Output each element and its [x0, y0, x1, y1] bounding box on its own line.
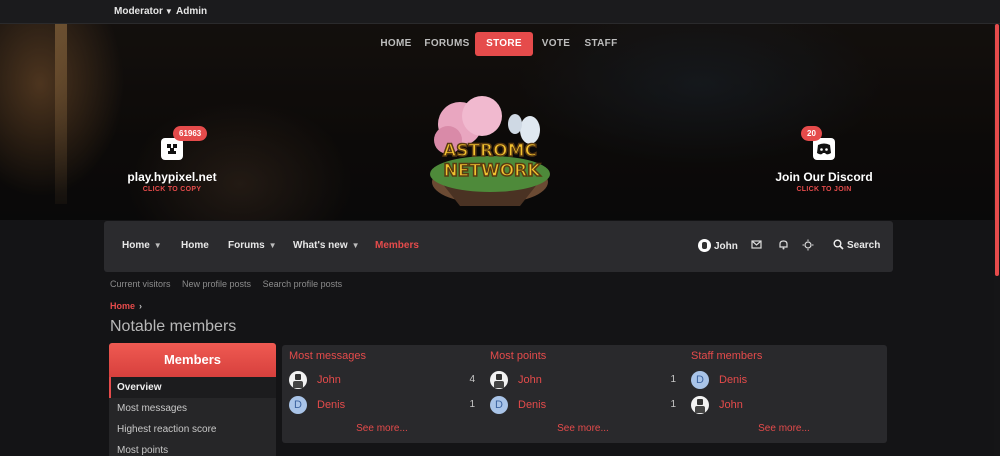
avatar[interactable]: D	[289, 396, 307, 414]
avatar[interactable]	[691, 396, 709, 414]
member-count: 1	[670, 399, 676, 410]
notable-members-panel: Most messages John 4 D Denis 1 See more.…	[282, 345, 887, 443]
nav-home[interactable]: Home	[181, 240, 209, 251]
click-to-copy: CLICK TO COPY	[142, 186, 202, 193]
breadcrumb-home[interactable]: Home	[110, 301, 135, 311]
sidebar-title: Members	[109, 343, 276, 377]
discord-block[interactable]: 20 Join Our Discord CLICK TO JOIN	[764, 126, 884, 193]
subnav-current-visitors[interactable]: Current visitors	[110, 279, 171, 289]
member-row: D Denis 1	[289, 396, 475, 416]
moderator-label: Moderator	[114, 6, 163, 17]
lightbulb-icon[interactable]	[802, 239, 814, 254]
scrollbar-thumb[interactable]	[995, 24, 999, 276]
user-name: John	[714, 241, 738, 252]
member-row: John 4	[289, 371, 475, 391]
nav-forums-label: Forums	[228, 240, 265, 251]
column-most-points: Most points John 1 D Denis 1 See more...	[483, 345, 683, 443]
topnav-store[interactable]: STORE	[475, 32, 533, 56]
member-row: John	[691, 396, 877, 416]
member-name[interactable]: Denis	[317, 399, 345, 411]
server-ip-block[interactable]: 61963 play.hypixel.net CLICK TO COPY	[112, 126, 232, 193]
bell-icon[interactable]	[778, 239, 789, 253]
column-most-messages: Most messages John 4 D Denis 1 See more.…	[282, 345, 482, 443]
member-name[interactable]: John	[518, 374, 542, 386]
sidebar-list: Overview Most messages Highest reaction …	[109, 377, 276, 456]
moderator-menu[interactable]: Moderator ▼	[114, 6, 173, 17]
top-navigation: HOME FORUMS STORE VOTE STAFF	[0, 32, 1000, 56]
main-navigation: Home ▼ Home Forums ▼ What's new ▼ Members J…	[104, 221, 893, 272]
sidebar-item-overview[interactable]: Overview	[109, 377, 276, 398]
nav-whats-new-label: What's new	[293, 240, 348, 251]
avatar[interactable]: D	[490, 396, 508, 414]
search-icon	[833, 239, 844, 250]
topnav-home[interactable]: HOME	[374, 32, 418, 56]
topnav-staff[interactable]: STAFF	[580, 32, 622, 56]
member-row: John 1	[490, 371, 676, 391]
online-count-badge: 61963	[173, 126, 208, 141]
user-avatar	[698, 239, 711, 252]
member-name[interactable]: John	[719, 399, 743, 411]
chevron-down-icon: ▼	[351, 241, 360, 250]
site-logo[interactable]: ASTROMC NETWORK	[420, 94, 560, 212]
topnav-vote[interactable]: VOTE	[536, 32, 576, 56]
member-count: 1	[469, 399, 475, 410]
column-title[interactable]: Most points	[490, 350, 546, 362]
see-more-link[interactable]: See more...	[684, 423, 884, 434]
topnav-forums[interactable]: FORUMS	[422, 32, 472, 56]
avatar[interactable]	[289, 371, 307, 389]
sidebar-item-highest-reaction-score[interactable]: Highest reaction score	[109, 419, 276, 440]
sub-navigation: Current visitors New profile posts Searc…	[110, 279, 351, 289]
server-ip: play.hypixel.net	[127, 170, 217, 184]
member-name[interactable]: Denis	[518, 399, 546, 411]
admin-link[interactable]: Admin	[176, 6, 207, 17]
see-more-link[interactable]: See more...	[282, 423, 482, 434]
admin-bar: Moderator ▼ Admin	[0, 0, 1000, 24]
subnav-new-profile-posts[interactable]: New profile posts	[182, 279, 251, 289]
search-label: Search	[847, 240, 881, 251]
nav-home-label: Home	[122, 240, 150, 251]
nav-forums[interactable]: Forums ▼	[228, 240, 277, 251]
hero-banner: HOME FORUMS STORE VOTE STAFF 61963 play.…	[0, 24, 1000, 220]
member-row: D Denis	[691, 371, 877, 391]
nav-home-dropdown[interactable]: Home ▼	[122, 240, 162, 251]
avatar[interactable]: D	[691, 371, 709, 389]
page-title: Notable members	[110, 318, 237, 335]
column-title[interactable]: Staff members	[691, 350, 762, 362]
minecraft-icon: 61963	[161, 126, 208, 160]
see-more-link[interactable]: See more...	[483, 423, 683, 434]
chevron-down-icon: ▼	[268, 241, 277, 250]
user-menu[interactable]: John	[698, 239, 738, 252]
nav-members[interactable]: Members	[375, 240, 419, 251]
envelope-icon[interactable]	[751, 239, 762, 253]
member-name[interactable]: John	[317, 374, 341, 386]
column-title[interactable]: Most messages	[289, 350, 366, 362]
member-count: 4	[469, 374, 475, 385]
logo-text-bottom: NETWORK	[444, 161, 542, 181]
breadcrumb: Home ›	[110, 301, 142, 311]
sidebar-item-most-messages[interactable]: Most messages	[109, 398, 276, 419]
discord-title: Join Our Discord	[775, 170, 873, 184]
member-name[interactable]: Denis	[719, 374, 747, 386]
chevron-down-icon: ▼	[164, 7, 173, 16]
page-scrollbar[interactable]	[994, 24, 1000, 456]
avatar[interactable]	[490, 371, 508, 389]
discord-icon: 20	[801, 126, 835, 160]
click-to-join: CLICK TO JOIN	[796, 186, 852, 193]
members-sidebar: Members Overview Most messages Highest r…	[109, 343, 276, 456]
subnav-search-profile-posts[interactable]: Search profile posts	[263, 279, 343, 289]
discord-count-badge: 20	[801, 126, 822, 141]
sidebar-item-most-points[interactable]: Most points	[109, 440, 276, 456]
member-row: D Denis 1	[490, 396, 676, 416]
search-button[interactable]: Search	[833, 239, 880, 251]
member-count: 1	[670, 374, 676, 385]
logo-text-top: ASTROMC	[443, 141, 537, 161]
chevron-right-icon: ›	[139, 301, 143, 311]
nav-whats-new[interactable]: What's new ▼	[293, 240, 360, 251]
chevron-down-icon: ▼	[153, 241, 162, 250]
column-staff-members: Staff members D Denis John See more...	[684, 345, 884, 443]
